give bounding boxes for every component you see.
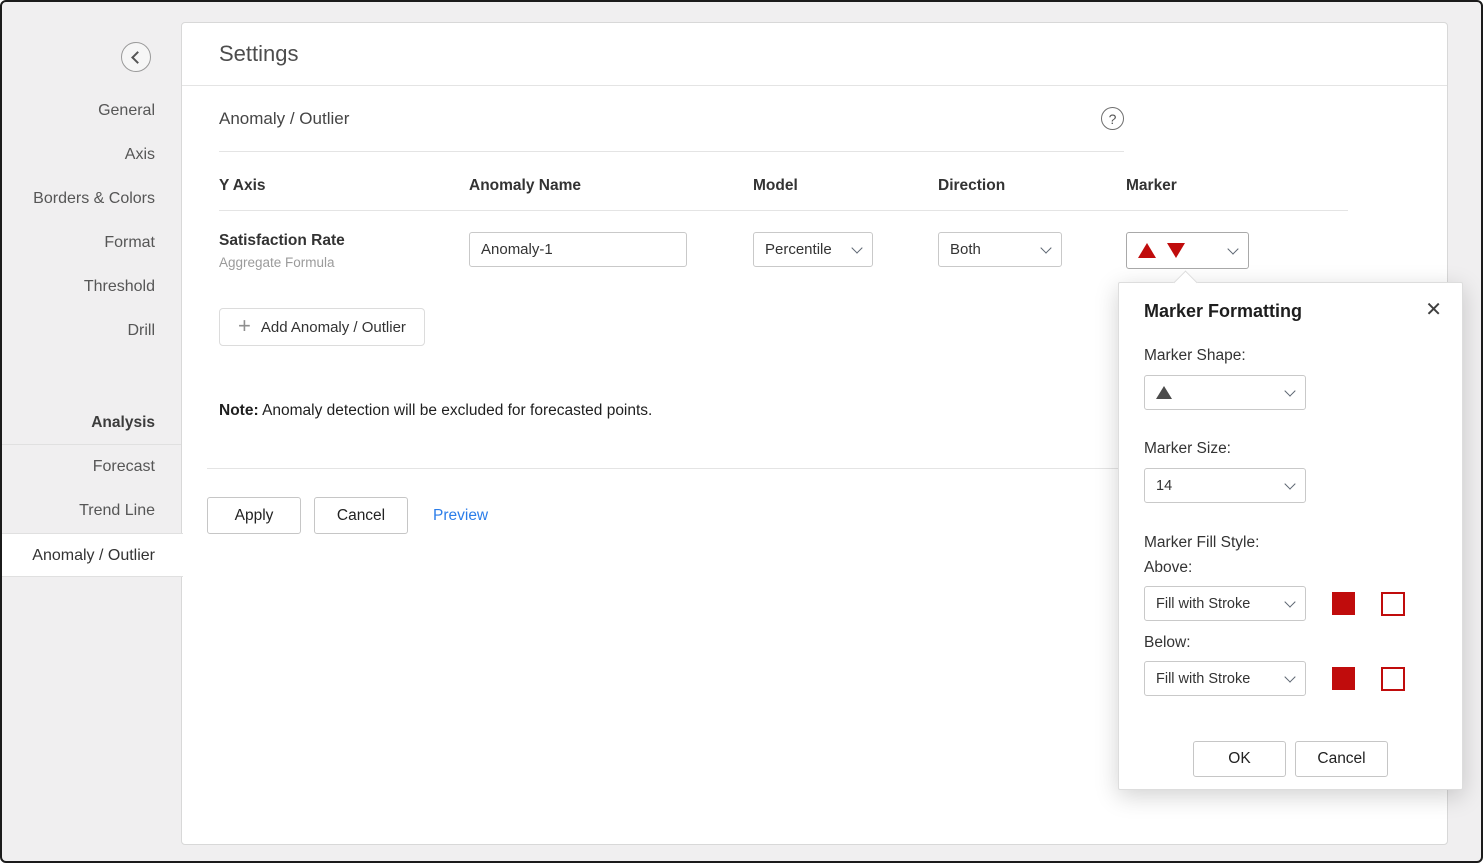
column-header-model: Model (753, 177, 938, 195)
sidebar-item-anomaly-outlier[interactable]: Anomaly / Outlier (2, 533, 183, 577)
note-body: Anomaly detection will be excluded for f… (262, 402, 652, 419)
chevron-down-icon (1227, 243, 1238, 254)
table-row: Satisfaction Rate Aggregate Formula Perc… (219, 211, 1348, 270)
popover-footer: OK Cancel (1119, 741, 1462, 777)
below-label: Below: (1144, 634, 1437, 652)
add-anomaly-button[interactable]: + Add Anomaly / Outlier (219, 308, 425, 346)
plus-icon: + (238, 315, 251, 337)
below-fill-style-dropdown[interactable]: Fill with Stroke (1144, 661, 1306, 696)
sidebar-item-general[interactable]: General (2, 89, 183, 133)
chevron-down-icon (1284, 478, 1295, 489)
above-label: Above: (1144, 559, 1437, 577)
analysis-section-heading: Analysis (2, 401, 183, 445)
marker-size-dropdown[interactable]: 14 (1144, 468, 1306, 503)
page-title: Settings (219, 41, 299, 67)
triangle-shape-icon (1156, 386, 1172, 399)
model-dropdown-value: Percentile (765, 241, 832, 258)
sidebar-item-drill[interactable]: Drill (2, 309, 183, 353)
marker-fill-style-label: Marker Fill Style: (1144, 534, 1437, 552)
add-anomaly-button-label: Add Anomaly / Outlier (261, 319, 406, 336)
sidebar-item-axis[interactable]: Axis (2, 133, 183, 177)
popover-header: Marker Formatting ✕ (1144, 301, 1437, 322)
direction-dropdown-value: Both (950, 241, 981, 258)
y-axis-field-name: Satisfaction Rate (219, 232, 469, 250)
chevron-down-icon (1284, 596, 1295, 607)
anomaly-name-cell (469, 232, 753, 267)
marker-dropdown[interactable] (1126, 232, 1249, 269)
help-icon[interactable]: ? (1101, 107, 1124, 130)
apply-button[interactable]: Apply (207, 497, 301, 534)
cancel-button[interactable]: Cancel (314, 497, 408, 534)
below-fill-style-value: Fill with Stroke (1156, 671, 1250, 687)
below-fill-row: Fill with Stroke (1144, 661, 1437, 696)
above-stroke-color-swatch[interactable] (1381, 592, 1405, 616)
below-fill-color-swatch[interactable] (1332, 667, 1355, 690)
sidebar-item-format[interactable]: Format (2, 221, 183, 265)
below-stroke-color-swatch[interactable] (1381, 667, 1405, 691)
column-header-marker: Marker (1126, 177, 1348, 195)
panel-header: Settings (182, 23, 1447, 86)
marker-shape-dropdown[interactable] (1144, 375, 1306, 410)
settings-screen: General Axis Borders & Colors Format Thr… (0, 0, 1483, 863)
marker-size-label: Marker Size: (1144, 440, 1437, 458)
settings-sidebar: General Axis Borders & Colors Format Thr… (2, 2, 183, 861)
model-cell: Percentile (753, 232, 938, 267)
preview-link[interactable]: Preview (433, 507, 488, 525)
ok-button[interactable]: OK (1193, 741, 1286, 777)
anomaly-table-header: Y Axis Anomaly Name Model Direction Mark… (219, 152, 1348, 211)
note-label: Note: (219, 402, 259, 419)
sidebar-item-forecast[interactable]: Forecast (2, 445, 183, 489)
chevron-down-icon (1284, 385, 1295, 396)
model-dropdown[interactable]: Percentile (753, 232, 873, 267)
close-icon[interactable]: ✕ (1425, 300, 1442, 320)
y-axis-field-type: Aggregate Formula (219, 255, 469, 270)
sidebar-nav: General Axis Borders & Colors Format Thr… (2, 89, 183, 353)
popover-title: Marker Formatting (1144, 301, 1302, 322)
chevron-down-icon (1284, 671, 1295, 682)
marker-shape-label: Marker Shape: (1144, 347, 1437, 365)
chevron-down-icon (1040, 242, 1051, 253)
column-header-y-axis: Y Axis (219, 177, 469, 195)
back-button[interactable] (121, 42, 151, 72)
chevron-left-icon (131, 51, 144, 64)
above-fill-color-swatch[interactable] (1332, 592, 1355, 615)
above-fill-style-value: Fill with Stroke (1156, 596, 1250, 612)
sidebar-item-trend-line[interactable]: Trend Line (2, 489, 183, 533)
marker-cell (1126, 232, 1348, 269)
popover-cancel-button[interactable]: Cancel (1295, 741, 1388, 777)
above-fill-style-dropdown[interactable]: Fill with Stroke (1144, 586, 1306, 621)
y-axis-cell: Satisfaction Rate Aggregate Formula (219, 232, 469, 270)
column-header-anomaly-name: Anomaly Name (469, 177, 753, 195)
marker-up-triangle-icon (1138, 243, 1156, 258)
sidebar-analysis-section: Analysis Forecast Trend Line Anomaly / O… (2, 401, 183, 577)
marker-size-value: 14 (1156, 478, 1172, 494)
sidebar-item-borders-colors[interactable]: Borders & Colors (2, 177, 183, 221)
section-title: Anomaly / Outlier (219, 109, 349, 129)
marker-down-triangle-icon (1167, 243, 1185, 258)
direction-dropdown[interactable]: Both (938, 232, 1062, 267)
above-fill-row: Fill with Stroke (1144, 586, 1437, 621)
column-header-direction: Direction (938, 177, 1126, 195)
chevron-down-icon (851, 242, 862, 253)
direction-cell: Both (938, 232, 1126, 267)
marker-formatting-popover: Marker Formatting ✕ Marker Shape: Marker… (1118, 282, 1463, 790)
section-title-row: Anomaly / Outlier ? (219, 86, 1124, 152)
sidebar-item-threshold[interactable]: Threshold (2, 265, 183, 309)
anomaly-name-input[interactable] (469, 232, 687, 267)
